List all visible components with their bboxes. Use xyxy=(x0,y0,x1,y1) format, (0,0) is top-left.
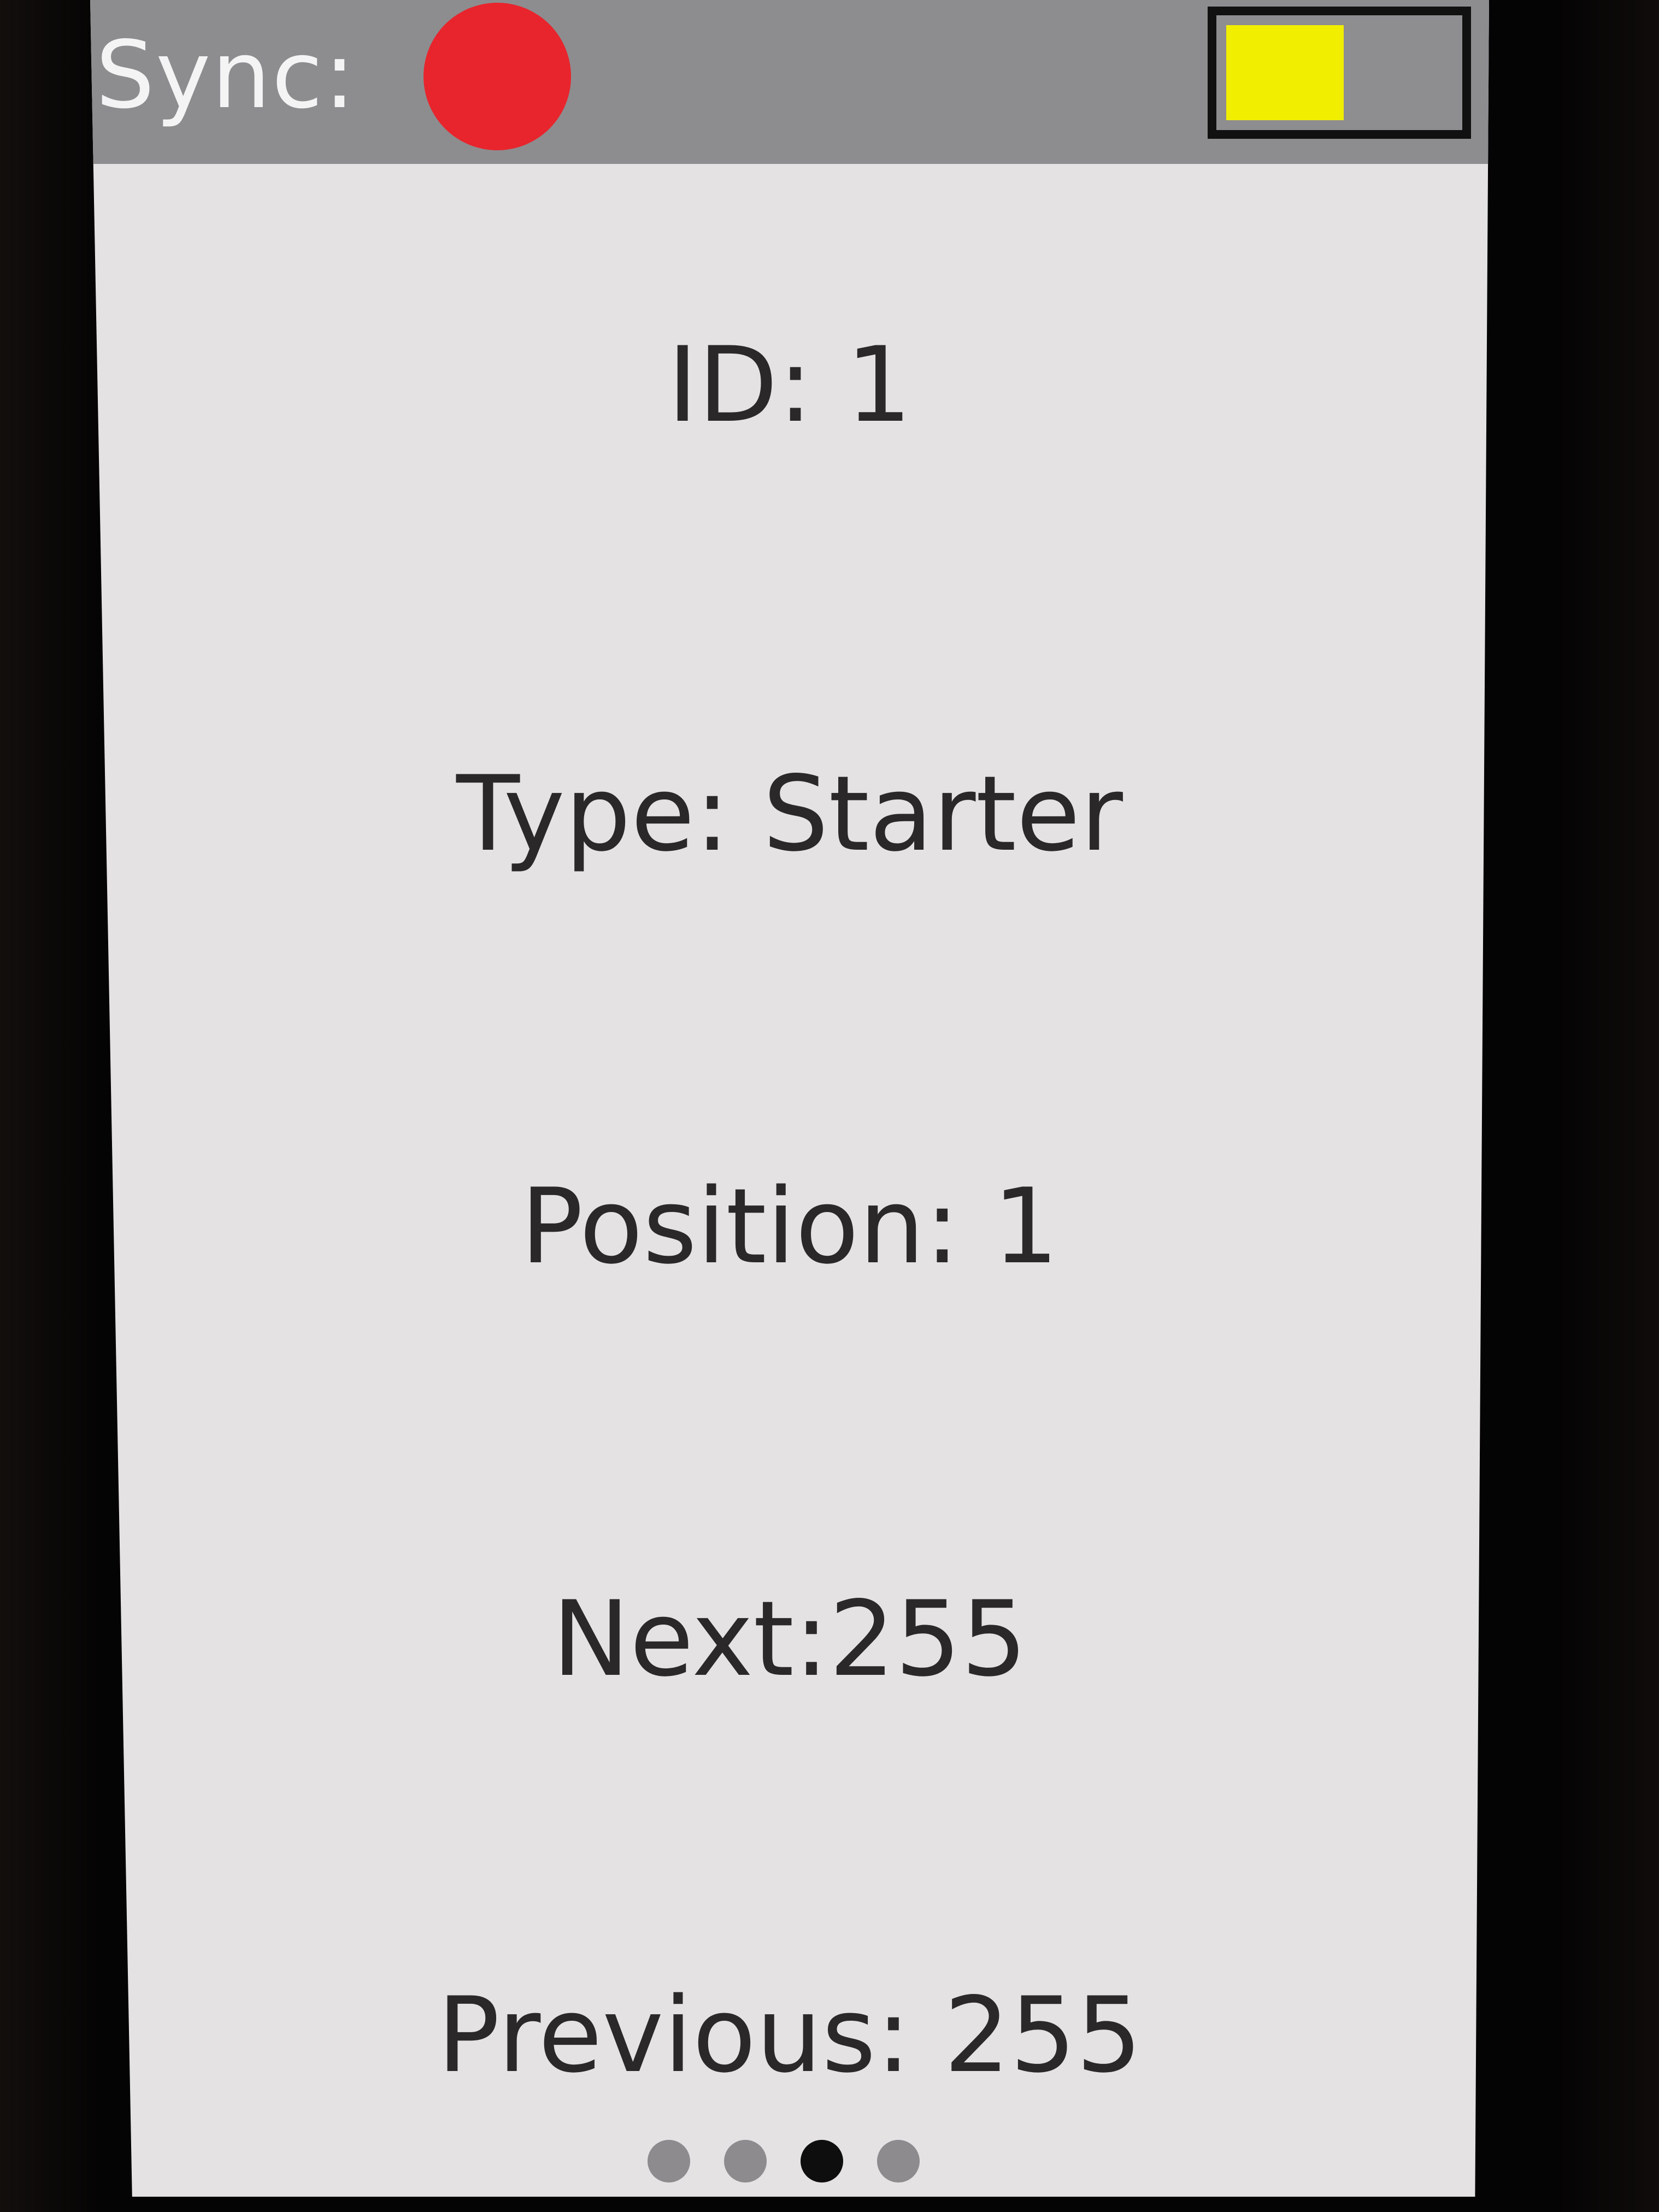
page-dot-2[interactable] xyxy=(724,2140,767,2182)
page-dot-4[interactable] xyxy=(877,2140,920,2182)
page-dot-1[interactable] xyxy=(648,2140,690,2182)
next-field: Next:255 xyxy=(552,1579,1027,1699)
sync-status-indicator xyxy=(423,3,571,150)
battery-level-fill xyxy=(1226,25,1344,120)
type-field: Type: Starter xyxy=(456,754,1123,874)
node-details: ID: 1 Type: Starter Position: 1 Next:255… xyxy=(90,164,1489,2197)
status-bar: Sync: xyxy=(90,0,1489,164)
device-screen: Sync: ID: 1 Type: Starter Position: 1 Ne… xyxy=(90,0,1489,2197)
id-field: ID: 1 xyxy=(667,325,912,445)
previous-field: Previous: 255 xyxy=(437,1975,1142,2096)
sync-label: Sync: xyxy=(96,21,357,130)
position-field: Position: 1 xyxy=(520,1166,1059,1287)
battery-icon xyxy=(1208,7,1471,139)
page-dot-3[interactable] xyxy=(801,2140,843,2182)
page-indicator[interactable] xyxy=(648,2137,920,2186)
